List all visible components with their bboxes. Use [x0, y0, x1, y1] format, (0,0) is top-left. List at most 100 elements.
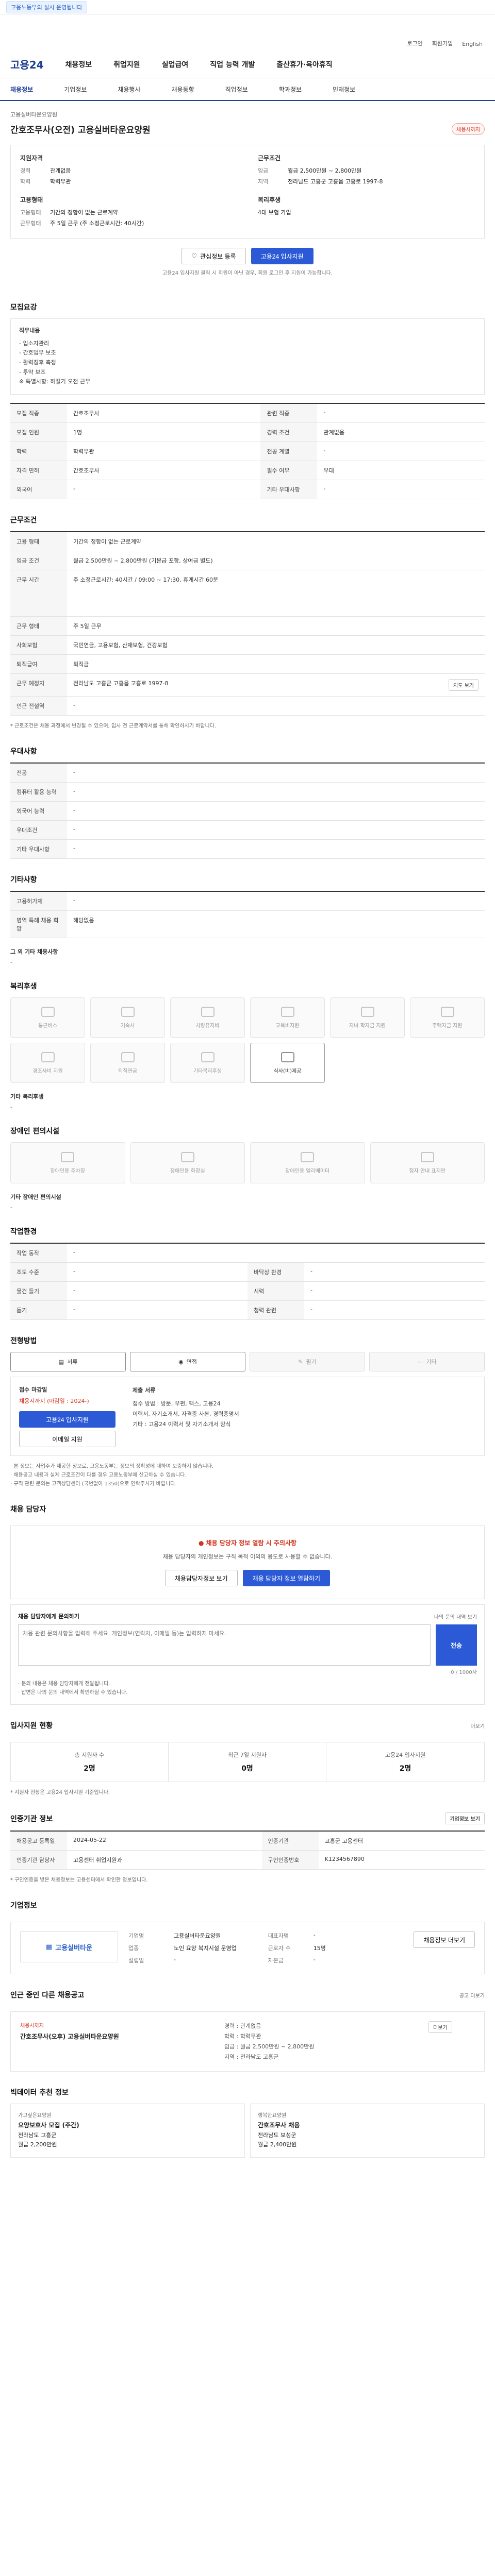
manager-info-button[interactable]: 채용담당자정보 보기: [164, 1570, 238, 1587]
manager-view-button[interactable]: 채용 담당자 정보 열람하기: [242, 1570, 331, 1587]
status-value: 2명: [84, 1765, 95, 1773]
qna-input[interactable]: [18, 1624, 431, 1666]
elevator-icon: [301, 1151, 315, 1162]
site-logo[interactable]: 고용24: [10, 57, 44, 72]
lnb-item-talent[interactable]: 인재정보: [333, 85, 355, 94]
welfare-card-house: 주택자금 지원: [410, 997, 485, 1038]
section-title-reco: 빅데이터 추천 정보: [10, 2089, 69, 2097]
table-key: 경력 조건: [260, 422, 318, 443]
lnb-item-trends[interactable]: 채용동향: [172, 85, 194, 94]
status-more-link[interactable]: 더보기: [470, 1722, 485, 1730]
table-row: 컴퓨터 활용 능력 -: [10, 782, 485, 802]
gnb-menu-support[interactable]: 취업지원: [113, 59, 140, 70]
table-row: 모집 인원 1명 경력 조건 관계없음: [10, 422, 485, 443]
apply-button[interactable]: 고용24 입사지원: [251, 248, 314, 264]
apply-online-button[interactable]: 고용24 입사지원: [19, 1411, 116, 1428]
note-line: · 구직 관련 문의는 고객상담센터 (국번없이 1350)으로 연락주시기 바…: [10, 1481, 177, 1487]
table-key: 인증기관: [261, 1831, 319, 1851]
login-link[interactable]: 로그인: [407, 39, 422, 47]
pencil-icon: ✎: [298, 1358, 303, 1365]
action-row: ♡ 관심정보 등록 고용24 입사지원: [0, 248, 495, 264]
table-value: -: [304, 1300, 485, 1320]
docs-contact: 기타 : 고용24 이력서 및 자기소개서 양식: [133, 1420, 231, 1428]
table-key: 작업 동작: [10, 1243, 67, 1263]
deadline-badge: 채용시까지: [452, 123, 485, 135]
top-banner[interactable]: 고용노동부의 실시 운영됩니다: [6, 1, 87, 13]
table-row: 외국어 - 기타 우대사항 -: [10, 480, 485, 500]
pension-icon: [121, 1052, 135, 1062]
similar-right: 경력 : 관계없음 학력 : 학력무관 임금 : 월급 2,500만원 ~ 2,…: [224, 2021, 418, 2062]
summary-welfare-title: 복리후생: [258, 196, 281, 204]
corp-more-button[interactable]: 채용정보 더보기: [414, 1931, 475, 1948]
method-label: 면접: [186, 1359, 197, 1366]
apply-email-button[interactable]: 이메일 지원: [19, 1431, 116, 1448]
similar-left[interactable]: 채용시까지 간호조무사(오후) 고용실버타운요양원: [20, 2021, 214, 2062]
etc-extra-value: -: [10, 959, 12, 966]
gnb-menu-unemployment[interactable]: 실업급여: [162, 59, 189, 70]
table-key: 필수 여부: [260, 461, 318, 481]
welfare-label: 교육비지원: [275, 1023, 300, 1029]
similar-more-link[interactable]: 공고 더보기: [459, 1991, 485, 1999]
section-title-etc: 기타사항: [10, 876, 37, 885]
corp-key: 업종: [128, 1945, 139, 1952]
lnb-item-major[interactable]: 학과정보: [279, 85, 302, 94]
table-key: 병역 특례 채용 희망: [10, 910, 67, 939]
gnb-menu-leave[interactable]: 출산휴가·육아휴직: [276, 59, 332, 70]
job-desc-line: - 활력징후 측정: [19, 359, 56, 366]
lnb-item-events[interactable]: 채용행사: [118, 85, 140, 94]
join-link[interactable]: 회원가입: [432, 39, 453, 47]
qna-history-link[interactable]: 나의 문의 내역 보기: [434, 1613, 477, 1620]
section-title-recruit: 모집요강: [10, 303, 37, 312]
disabled-other-title: 기타 장애인 편의시설: [10, 1194, 61, 1201]
apply-box: 접수 마감일 채용시까지 (마감일 : 2024-) 고용24 입사지원 이메일…: [10, 1377, 485, 1456]
recruit-table: 모집 직종 간호조무사 관련 직종 - 모집 인원 1명 경력 조건 관계없음 학력 학력무관…: [10, 403, 485, 500]
qna-bullet: · 답변은 나의 문의 내역에서 확인하실 수 있습니다.: [18, 1690, 128, 1696]
lnb-item-occupation[interactable]: 직업정보: [225, 85, 248, 94]
language-link[interactable]: English: [462, 41, 483, 47]
table-key: 기타 우대사항: [10, 839, 67, 859]
summary-qual-title: 지원자격: [20, 155, 43, 162]
table-key: 기타 우대사항: [260, 480, 318, 500]
summary-key: 지역: [258, 178, 269, 185]
reco-salary: 월급 2,400만원: [258, 2141, 297, 2148]
welfare-label: 식사(비)제공: [273, 1068, 302, 1074]
similar-box: 채용시까지 간호조무사(오후) 고용실버타운요양원 경력 : 관계없음 학력 :…: [10, 2011, 485, 2072]
table-value: 관계없음: [317, 422, 485, 443]
manager-actions: 채용담당자정보 보기 채용 담당자 정보 열람하기: [23, 1570, 472, 1587]
section-title-info-row: 인증기관 정보 기업정보 보기: [0, 1797, 495, 1831]
summary-row: 경력 관계없음: [20, 166, 237, 175]
corp-info-button[interactable]: 기업정보 보기: [445, 1812, 485, 1825]
corp-logo: ▦ 고용실버타운: [20, 1931, 118, 1963]
utility-bar: 로그인 회원가입 English: [0, 14, 495, 50]
gnb-menu-training[interactable]: 직업 능력 개발: [210, 59, 255, 70]
reco-card[interactable]: 가고싶은요양원 요양보호사 모집 (주간) 전라남도 고흥군 월급 2,200만…: [10, 2104, 245, 2158]
job-title: 간호조무사(오전) 고용실버타운요양원: [10, 125, 151, 135]
company-name[interactable]: 고용실버타운요양원: [10, 110, 485, 118]
facility-card-braille: 점자 안내 표지판: [370, 1142, 485, 1184]
facility-label: 장애인용 주차장: [50, 1168, 86, 1174]
map-button[interactable]: 지도 보기: [449, 679, 478, 691]
similar-more-button[interactable]: 더보기: [428, 2021, 452, 2033]
job-title-row: 간호조무사(오전) 고용실버타운요양원 채용시까지: [10, 123, 485, 135]
table-key: 자격 면허: [10, 461, 67, 481]
apply-box-left: 접수 마감일 채용시까지 (마감일 : 2024-) 고용24 입사지원 이메일…: [11, 1377, 124, 1456]
method-step-other: ⋯ 기타: [369, 1352, 485, 1372]
summary-key: 임금: [258, 167, 269, 174]
lnb-item-company[interactable]: 기업정보: [64, 85, 87, 94]
reco-card[interactable]: 행복한요양원 간호조무사 채용 전라남도 보성군 월급 2,400만원: [250, 2104, 485, 2158]
qna-send-button[interactable]: 전송: [436, 1624, 477, 1666]
table-row: 고용 형태 기간의 정함이 없는 근로계약: [10, 532, 485, 552]
corp-info: 기업명 고용실버타운요양원 대표자명 - 업종 노인 요양 복지시설 운영업 근로자 …: [128, 1931, 403, 1964]
footer-space: [0, 2158, 495, 2178]
similar-tag: 채용시까지: [20, 2023, 44, 2029]
table-key: 외국어 능력: [10, 801, 67, 821]
scrap-button[interactable]: ♡ 관심정보 등록: [182, 248, 246, 264]
lnb-item-jobs[interactable]: 채용정보: [10, 85, 33, 94]
reco-location: 전라남도 고흥군: [18, 2131, 57, 2139]
summary-key: 학력: [20, 178, 31, 185]
table-key: 바닥상 환경: [248, 1262, 304, 1282]
summary-value: 학력무관: [50, 178, 71, 185]
table-value: 퇴직금: [67, 654, 485, 674]
section-title-manager: 채용 담당자: [10, 1505, 46, 1514]
gnb-menu-jobs[interactable]: 채용정보: [65, 59, 92, 70]
